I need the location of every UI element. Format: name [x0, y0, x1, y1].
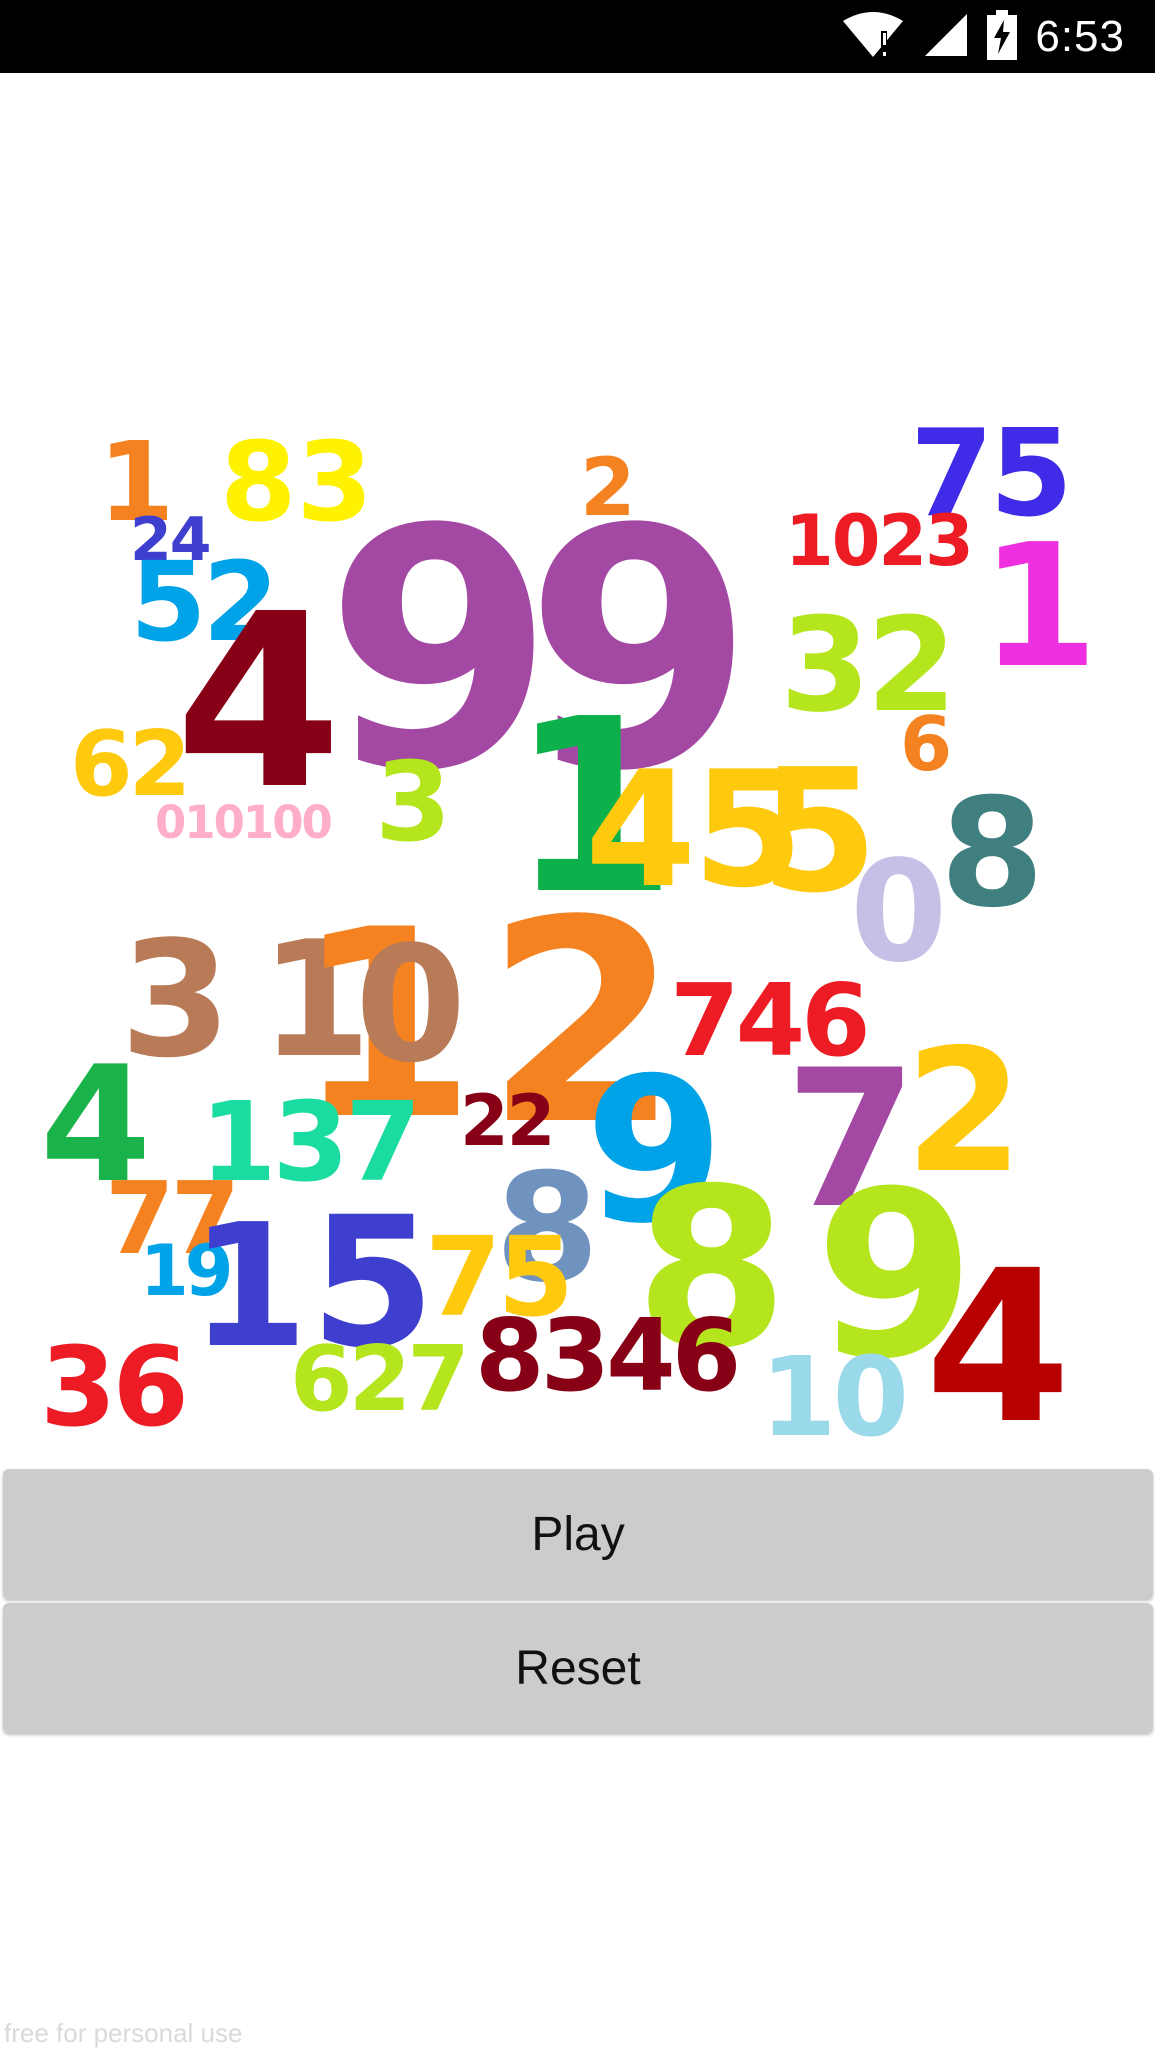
number-glyph-14: 3 — [375, 738, 452, 866]
number-glyph-18: 8 — [940, 767, 1044, 941]
number-glyph-44: 4 — [925, 1225, 1071, 1445]
number-glyph-23: 0 — [355, 911, 466, 1098]
status-time: 6:53 — [1035, 11, 1125, 61]
reset-button[interactable]: Reset — [3, 1603, 1153, 1733]
status-bar: 6:53 — [0, 0, 1155, 73]
number-glyph-41: 627 — [290, 1327, 466, 1432]
watermark-text: free for personal use — [4, 2018, 243, 2048]
status-icons: 6:53 — [841, 0, 1125, 73]
number-glyph-42: 8346 — [475, 1297, 737, 1414]
number-glyph-13: 010100 — [155, 796, 332, 849]
number-glyph-40: 36 — [40, 1323, 185, 1445]
number-glyph-9: 1 — [980, 508, 1098, 706]
number-glyph-43: 10 — [760, 1333, 905, 1445]
wifi-alert-icon — [841, 11, 905, 63]
battery-charging-icon — [987, 9, 1018, 64]
play-button[interactable]: Play — [3, 1469, 1153, 1599]
colorful-numbers-image: 1 83 2 75 24 52 4 99 1023 1 32 6 62 010100 3 1 45 5 8 0 3 1 1 0… — [40, 415, 1100, 1445]
numbers-svg: 1 83 2 752452499 1023 132662010100 3 1455 803 110… — [40, 415, 1098, 1445]
number-glyph-8: 1023 — [785, 500, 972, 582]
cell-signal-icon — [923, 12, 969, 62]
